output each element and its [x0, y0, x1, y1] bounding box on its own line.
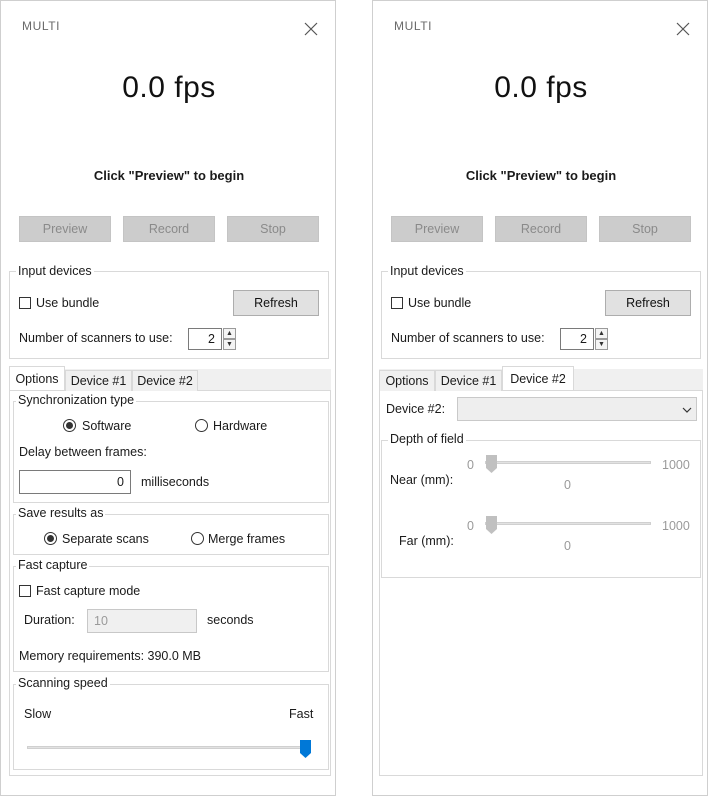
delay-label: Delay between frames:	[19, 445, 147, 459]
speed-fast-label: Fast	[289, 707, 314, 721]
far-slider-thumb[interactable]	[486, 516, 497, 534]
scanners-label: Number of scanners to use:	[391, 331, 545, 345]
tab-strip: Options Device #1 Device #2	[379, 366, 703, 391]
fast-capture-checkbox[interactable]	[19, 585, 31, 597]
hardware-label: Hardware	[213, 419, 268, 433]
duration-unit: seconds	[207, 613, 254, 627]
fast-capture-legend: Fast capture	[16, 558, 90, 572]
speed-slider-thumb[interactable]	[300, 740, 311, 758]
near-max-label: 1000	[662, 458, 690, 472]
spin-down-icon[interactable]: ▼	[223, 339, 236, 350]
close-icon[interactable]	[672, 18, 694, 40]
preview-hint: Click "Preview" to begin	[465, 168, 617, 183]
speed-slider-track[interactable]	[27, 746, 311, 749]
tab-device-2[interactable]: Device #2	[502, 366, 574, 390]
sync-type-legend: Synchronization type	[16, 393, 137, 407]
far-max-label: 1000	[662, 519, 690, 533]
stop-button[interactable]: Stop	[599, 216, 691, 242]
near-slider-thumb[interactable]	[486, 455, 497, 473]
near-value: 0	[564, 478, 571, 492]
use-bundle-label: Use bundle	[36, 296, 100, 310]
left-panel: MULTI 0.0 fps Click "Preview" to begin P…	[0, 0, 336, 796]
scanning-speed-legend: Scanning speed	[16, 676, 110, 690]
separate-scans-radio[interactable]	[44, 532, 57, 545]
record-button[interactable]: Record	[123, 216, 215, 242]
save-results-legend: Save results as	[16, 506, 106, 520]
fps-display: 0.0 fps	[494, 71, 588, 104]
spin-up-icon[interactable]: ▲	[595, 328, 608, 339]
memory-requirements: Memory requirements: 390.0 MB	[19, 649, 202, 663]
spin-up-icon[interactable]: ▲	[223, 328, 236, 339]
right-panel: MULTI 0.0 fps Click "Preview" to begin P…	[372, 0, 708, 796]
merge-frames-label: Merge frames	[208, 532, 286, 546]
near-min-label: 0	[467, 458, 474, 472]
spin-down-icon[interactable]: ▼	[595, 339, 608, 350]
scanners-label: Number of scanners to use:	[19, 331, 173, 345]
near-label: Near (mm):	[390, 473, 454, 487]
delay-input[interactable]: 0	[19, 470, 131, 494]
delay-unit: milliseconds	[141, 475, 210, 489]
depth-of-field-legend: Depth of field	[388, 432, 466, 446]
tab-strip: Options Device #1 Device #2	[9, 366, 331, 391]
device-select[interactable]	[457, 397, 697, 421]
duration-label: Duration:	[24, 613, 75, 627]
tab-options[interactable]: Options	[379, 370, 435, 391]
far-value: 0	[564, 539, 571, 553]
refresh-button[interactable]: Refresh	[233, 290, 319, 316]
stop-button[interactable]: Stop	[227, 216, 319, 242]
preview-hint: Click "Preview" to begin	[93, 168, 245, 183]
scanners-count-input[interactable]: 2	[560, 328, 594, 350]
far-slider-track[interactable]	[485, 522, 651, 525]
duration-input[interactable]: 10	[87, 609, 197, 633]
near-slider-track[interactable]	[485, 461, 651, 464]
software-label: Software	[82, 419, 132, 433]
window-title: MULTI	[22, 19, 61, 33]
separate-scans-label: Separate scans	[62, 532, 149, 546]
record-button[interactable]: Record	[495, 216, 587, 242]
tab-device-2[interactable]: Device #2	[132, 370, 198, 391]
use-bundle-label: Use bundle	[408, 296, 472, 310]
refresh-button[interactable]: Refresh	[605, 290, 691, 316]
far-min-label: 0	[467, 519, 474, 533]
preview-button[interactable]: Preview	[391, 216, 483, 242]
chevron-down-icon	[682, 407, 692, 413]
tab-options[interactable]: Options	[9, 366, 65, 390]
far-label: Far (mm):	[399, 534, 454, 548]
tab-device-1[interactable]: Device #1	[435, 370, 502, 391]
scanners-count-input[interactable]: 2	[188, 328, 222, 350]
scanning-speed-group	[13, 684, 329, 770]
preview-button[interactable]: Preview	[19, 216, 111, 242]
speed-slow-label: Slow	[24, 707, 52, 721]
fast-capture-label: Fast capture mode	[36, 584, 141, 598]
device-label: Device #2:	[386, 402, 446, 416]
use-bundle-checkbox[interactable]	[391, 297, 403, 309]
software-radio[interactable]	[63, 419, 76, 432]
tab-device-1[interactable]: Device #1	[65, 370, 132, 391]
fps-display: 0.0 fps	[122, 71, 216, 104]
use-bundle-checkbox[interactable]	[19, 297, 31, 309]
hardware-radio[interactable]	[195, 419, 208, 432]
merge-frames-radio[interactable]	[191, 532, 204, 545]
close-icon[interactable]	[300, 18, 322, 40]
input-devices-legend: Input devices	[388, 264, 466, 278]
input-devices-legend: Input devices	[16, 264, 94, 278]
window-title: MULTI	[394, 19, 433, 33]
